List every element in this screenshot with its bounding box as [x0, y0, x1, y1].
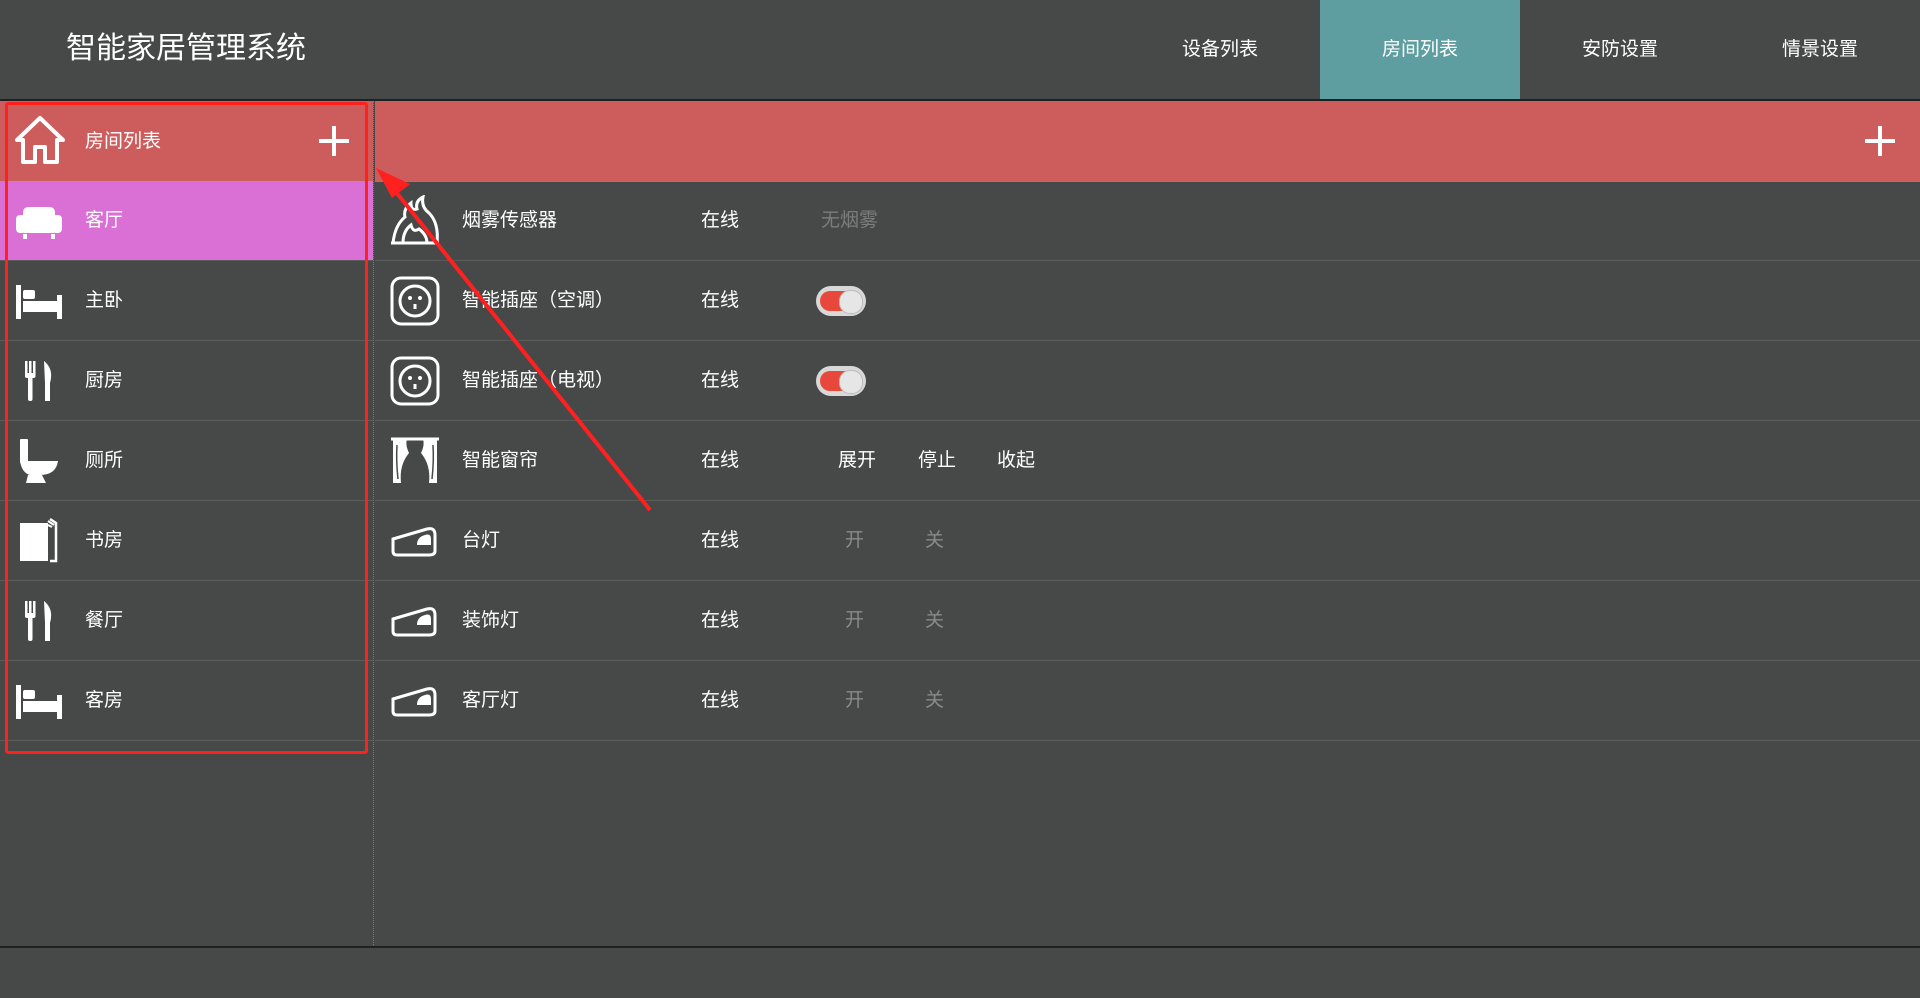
- annotation-arrow: [376, 168, 652, 512]
